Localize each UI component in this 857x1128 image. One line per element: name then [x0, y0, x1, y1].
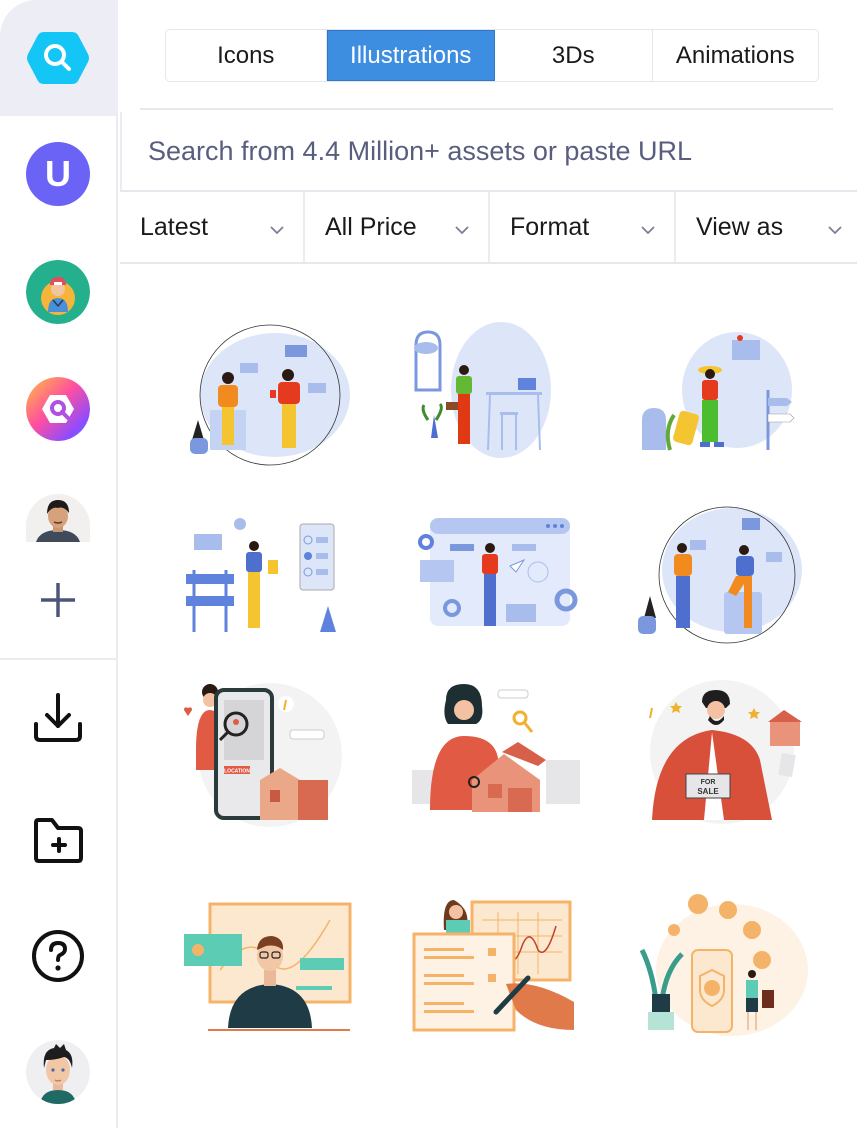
for-sale-line2: SALE	[697, 787, 719, 796]
illustration-card-people-talking[interactable]	[622, 490, 822, 660]
filter-sort-label: Latest	[140, 212, 209, 241]
illustration-card-web-settings[interactable]	[396, 490, 596, 660]
illustration-card-secure-payment[interactable]	[622, 880, 822, 1050]
checklist-analysis-illustration	[412, 900, 574, 1032]
search-logo-icon	[27, 32, 89, 84]
sidebar-download-button[interactable]	[26, 686, 90, 750]
illustration-card-under-construction[interactable]	[170, 490, 370, 660]
filter-price-label: All Price	[325, 212, 417, 241]
illustration-card-woman-coffee-desk[interactable]	[396, 310, 596, 480]
illustration-card-traveler-suitcase[interactable]	[622, 310, 822, 480]
plus-icon	[41, 583, 75, 617]
sidebar-add-button[interactable]	[26, 568, 90, 632]
download-icon	[34, 693, 82, 742]
folder-plus-icon	[34, 818, 83, 863]
chevron-down-icon	[455, 226, 469, 235]
sidebar-item-user-photo[interactable]	[26, 494, 90, 542]
woman-house-key-illustration	[412, 684, 580, 812]
filter-view-dropdown[interactable]: View as	[676, 192, 857, 262]
header-divider	[140, 108, 833, 110]
filter-format-dropdown[interactable]: Format	[490, 192, 676, 262]
house-for-sale-illustration: FOR SALE	[644, 680, 802, 824]
sidebar: U	[0, 0, 118, 1128]
u-avatar: U	[26, 142, 90, 206]
illustration-card-finance-dashboard[interactable]	[170, 880, 370, 1050]
character-avatar-icon	[26, 260, 90, 324]
filter-view-label: View as	[696, 212, 784, 241]
illustration-card-checklist-analysis[interactable]	[396, 880, 596, 1050]
chevron-down-icon	[641, 226, 655, 235]
illustration-card-coworkers-chatting[interactable]	[170, 310, 370, 480]
chevron-down-icon	[270, 226, 284, 235]
chevron-down-icon	[828, 226, 842, 235]
under-construction-illustration	[186, 518, 336, 632]
sidebar-profile-button[interactable]	[26, 1040, 90, 1104]
web-settings-illustration	[418, 518, 578, 626]
illustration-card-woman-house-key[interactable]	[396, 670, 596, 840]
illustration-card-house-for-sale[interactable]: FOR SALE	[622, 670, 822, 840]
for-sale-line1: FOR	[701, 779, 716, 786]
filter-sort-dropdown[interactable]: Latest	[120, 192, 305, 262]
tab-animations[interactable]: Animations	[653, 30, 818, 81]
gradient-app-icon	[26, 377, 90, 441]
people-talking-illustration	[638, 506, 802, 644]
search-bar	[120, 112, 857, 190]
search-input[interactable]	[148, 135, 857, 167]
filter-format-label: Format	[510, 212, 590, 241]
profile-avatar-icon	[26, 1040, 90, 1104]
filter-price-dropdown[interactable]: All Price	[305, 192, 490, 262]
sidebar-item-gradient-app[interactable]	[26, 377, 90, 441]
finance-dashboard-illustration	[184, 902, 352, 1031]
tab-illustrations[interactable]: Illustrations	[326, 30, 495, 81]
user-photo-icon	[26, 494, 90, 542]
tab-icons[interactable]: Icons	[166, 30, 327, 81]
sidebar-help-button[interactable]	[26, 924, 90, 988]
woman-coffee-desk-illustration	[414, 322, 551, 458]
app-frame: U Icons Illustrations 3Ds Animations Sea…	[0, 0, 857, 1128]
main-panel: Icons Illustrations 3Ds Animations Lates…	[120, 0, 857, 1128]
location-label: LOCATION	[224, 769, 250, 775]
illustration-card-property-location[interactable]: LOCATION	[170, 670, 370, 840]
property-location-illustration: LOCATION	[184, 683, 342, 827]
traveler-suitcase-illustration	[642, 332, 795, 451]
secure-payment-illustration	[639, 894, 808, 1036]
help-icon	[32, 930, 84, 982]
asset-type-tabs: Icons Illustrations 3Ds Animations	[165, 29, 819, 82]
sidebar-divider	[0, 658, 116, 660]
sidebar-item-character[interactable]	[26, 260, 90, 324]
sidebar-item-search[interactable]	[26, 26, 90, 90]
tab-3ds[interactable]: 3Ds	[495, 30, 653, 81]
sidebar-new-folder-button[interactable]	[26, 806, 90, 870]
sidebar-item-u[interactable]: U	[26, 142, 90, 206]
filter-bar: Latest All Price Format View as	[120, 190, 857, 264]
coworkers-chatting-illustration	[190, 324, 350, 466]
